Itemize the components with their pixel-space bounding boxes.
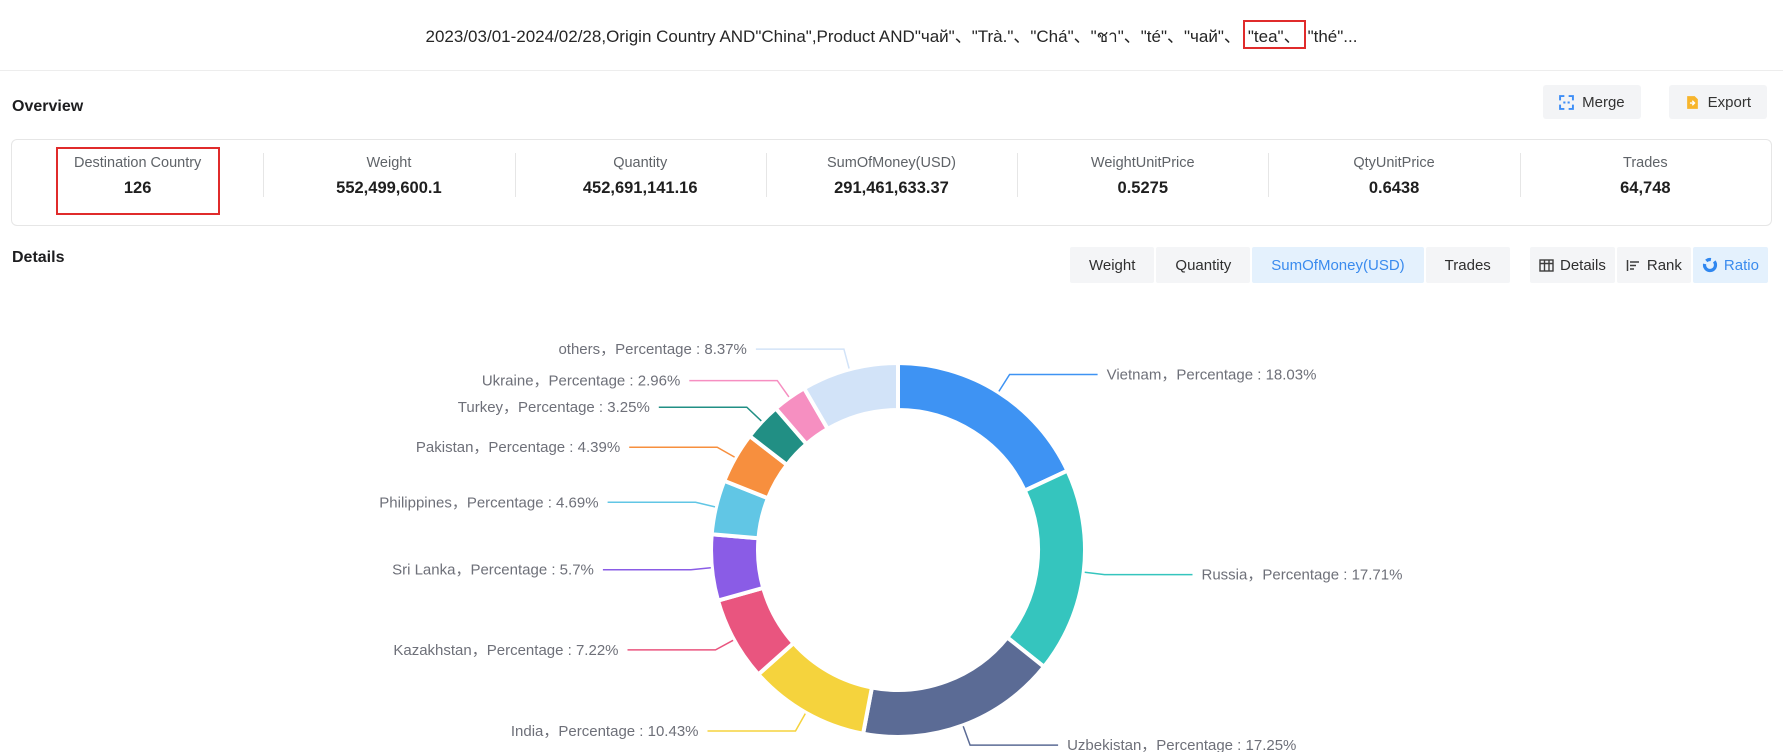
pie-label-russia: Russia，Percentage : 17.71% (1202, 567, 1403, 584)
pie-label-uzbekistan: Uzbekistan，Percentage : 17.25% (1067, 737, 1296, 752)
trade-analytics-page: 2023/03/01-2024/02/28,Origin Country AND… (0, 0, 1783, 752)
pie-slice-vietnam[interactable] (898, 363, 1067, 491)
tab-rank[interactable]: Rank (1617, 247, 1691, 283)
tab-label: Rank (1647, 257, 1682, 274)
tab-label: Details (1560, 257, 1606, 274)
tab-label: Weight (1089, 257, 1135, 274)
stat-cell-trades: Trades 64,748 (1520, 140, 1771, 225)
stat-cell-weight: Weight 552,499,600.1 (263, 140, 514, 225)
pie-leader-kazakhstan (628, 640, 734, 650)
stat-label: QtyUnitPrice (1268, 155, 1519, 171)
stat-label: Destination Country (12, 155, 263, 171)
stat-label: Weight (263, 155, 514, 171)
button-label: Merge (1582, 94, 1625, 111)
export-icon (1685, 95, 1700, 110)
action-buttons: Merge Export (1543, 85, 1767, 119)
pie-label-india: India，Percentage : 10.43% (511, 723, 699, 740)
pie-leader-ukraine (689, 381, 789, 397)
stat-value: 452,691,141.16 (515, 179, 766, 198)
tab-trades[interactable]: Trades (1426, 247, 1510, 283)
pie-slice-uzbekistan[interactable] (863, 638, 1044, 737)
pie-leader-pakistan (629, 447, 734, 457)
tab-quantity[interactable]: Quantity (1156, 247, 1250, 283)
pie-label-ukraine: Ukraine，Percentage : 2.96% (482, 373, 680, 390)
stat-label: SumOfMoney(USD) (766, 155, 1017, 171)
table-icon (1539, 259, 1554, 272)
stat-label: Trades (1520, 155, 1771, 171)
stat-value: 552,499,600.1 (263, 179, 514, 198)
title-text-after: "thé"... (1308, 27, 1358, 46)
report-filter-title-bar: 2023/03/01-2024/02/28,Origin Country AND… (0, 0, 1783, 71)
stat-value: 64,748 (1520, 179, 1771, 198)
merge-button[interactable]: Merge (1543, 85, 1641, 119)
stat-value: 126 (12, 179, 263, 198)
ratio-icon (1702, 257, 1718, 273)
button-label: Export (1708, 94, 1751, 111)
ratio-chart-area: Vietnam，Percentage : 18.03% Russia，Percen… (0, 282, 1783, 752)
tab-label: Trades (1445, 257, 1491, 274)
pie-label-others: others，Percentage : 8.37% (558, 341, 746, 358)
stat-cell-destination-country: Destination Country 126 (12, 140, 263, 225)
pie-label-philippines: Philippines，Percentage : 4.69% (379, 494, 598, 511)
pie-leader-india (708, 714, 806, 731)
details-heading: Details (12, 249, 64, 267)
tab-details[interactable]: Details (1530, 247, 1615, 283)
pie-leader-sri-lanka (603, 568, 711, 570)
tab-weight[interactable]: Weight (1070, 247, 1154, 283)
pie-slice-russia[interactable] (1007, 471, 1085, 667)
title-text-before: 2023/03/01-2024/02/28,Origin Country AND… (426, 27, 1241, 46)
metric-tabs: Weight Quantity SumOfMoney(USD) Trades (1070, 247, 1510, 283)
stat-value: 291,461,633.37 (766, 179, 1017, 198)
tab-sumofmoney-usd[interactable]: SumOfMoney(USD) (1252, 247, 1423, 283)
report-filter-title: 2023/03/01-2024/02/28,Origin Country AND… (426, 20, 1358, 50)
overview-stats-bar: Destination Country 126Weight 552,499,600.… (11, 139, 1772, 226)
tab-label: Ratio (1724, 257, 1759, 274)
ratio-donut-chart: Vietnam，Percentage : 18.03% Russia，Percen… (0, 282, 1783, 752)
view-tabs: Details Rank Ratio (1530, 247, 1768, 283)
export-button[interactable]: Export (1669, 85, 1767, 119)
pie-label-sri-lanka: Sri Lanka，Percentage : 5.7% (392, 562, 594, 579)
pie-leader-others (756, 349, 849, 368)
tab-label: Quantity (1175, 257, 1231, 274)
stat-value: 0.6438 (1268, 179, 1519, 198)
stat-value: 0.5275 (1017, 179, 1268, 198)
title-highlight-tea: "tea"、 (1243, 20, 1306, 49)
pie-label-vietnam: Vietnam，Percentage : 18.03% (1107, 367, 1317, 384)
stat-label: WeightUnitPrice (1017, 155, 1268, 171)
stat-label: Quantity (515, 155, 766, 171)
pie-label-turkey: Turkey，Percentage : 3.25% (458, 399, 650, 416)
pie-leader-vietnam (999, 375, 1098, 392)
stat-cell-weightunitprice: WeightUnitPrice 0.5275 (1017, 140, 1268, 225)
tab-ratio[interactable]: Ratio (1693, 247, 1768, 283)
rank-icon (1626, 259, 1641, 272)
merge-icon (1559, 95, 1574, 110)
stat-cell-qtyunitprice: QtyUnitPrice 0.6438 (1268, 140, 1519, 225)
pie-label-pakistan: Pakistan，Percentage : 4.39% (416, 439, 620, 456)
pie-leader-russia (1085, 572, 1193, 574)
pie-leader-philippines (608, 502, 715, 507)
overview-heading: Overview (12, 98, 83, 116)
stat-cell-quantity: Quantity 452,691,141.16 (515, 140, 766, 225)
pie-leader-turkey (659, 407, 762, 421)
tab-label: SumOfMoney(USD) (1271, 257, 1404, 274)
pie-label-kazakhstan: Kazakhstan，Percentage : 7.22% (393, 642, 618, 659)
pie-slice-sri-lanka[interactable] (711, 534, 763, 600)
stat-cell-sumofmoney-usd: SumOfMoney(USD) 291,461,633.37 (766, 140, 1017, 225)
pie-leader-uzbekistan (963, 726, 1058, 745)
